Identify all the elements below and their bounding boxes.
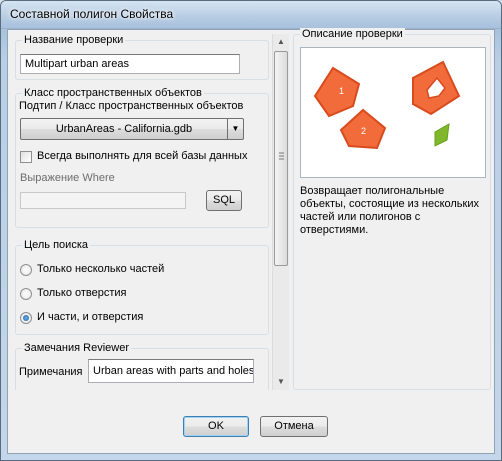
polygon-1-label: 1 — [339, 86, 344, 96]
dialog-client: Название проверки Multipart urban areas … — [7, 28, 495, 454]
grip-icon: ═ ═ ═ — [279, 150, 284, 163]
radio-holes-only-label: Только отверстия — [37, 287, 127, 299]
where-input[interactable] — [20, 192, 186, 209]
window-title: Составной полигон Свойства — [10, 7, 174, 21]
properties-scroll-panel: Название проверки Multipart urban areas … — [12, 34, 289, 390]
radio-parts-and-holes[interactable] — [20, 312, 32, 324]
where-label: Выражение Where — [20, 172, 115, 184]
polygon-illustration: 1 2 — [313, 60, 461, 150]
description-text: Возвращает полигональные объекты, состоя… — [300, 185, 479, 236]
check-name-legend: Название проверки — [22, 34, 126, 46]
search-goal-group: Цель поиска Только несколько частей Толь… — [15, 239, 269, 335]
notes-label: Примечания — [19, 366, 83, 378]
feature-class-group: Класс пространственных объектов Подтип /… — [15, 87, 269, 228]
properties-scrollbar[interactable]: ▲ ═ ═ ═ ▼ — [272, 34, 289, 390]
ok-button[interactable]: OK — [183, 416, 249, 437]
feature-class-legend: Класс пространственных объектов — [22, 87, 204, 99]
green-polygon — [434, 123, 450, 147]
chevron-down-icon[interactable]: ▼ — [227, 119, 243, 139]
polygon-2-label: 2 — [361, 126, 366, 136]
polygon-1 — [313, 66, 361, 118]
always-run-label: Всегда выполнять для всей базы данных — [37, 150, 248, 162]
radio-parts-only-label: Только несколько частей — [37, 263, 165, 275]
reviewer-remarks-legend: Замечания Reviewer — [22, 342, 132, 354]
properties-dialog: Составной полигон Свойства Название пров… — [0, 0, 502, 461]
radio-holes-only[interactable] — [20, 288, 32, 300]
subtype-label: Подтип / Класс пространственных объектов — [19, 100, 244, 112]
radio-parts-and-holes-label: И части, и отверстия — [37, 311, 144, 323]
radio-parts-only[interactable] — [20, 264, 32, 276]
sql-button[interactable]: SQL — [206, 190, 242, 211]
description-image: 1 2 — [300, 47, 486, 178]
reviewer-remarks-group: Замечания Reviewer Примечания Urban area… — [15, 342, 269, 390]
feature-class-select-value: UrbanAreas - California.gdb — [55, 123, 193, 135]
cancel-button[interactable]: Отмена — [260, 416, 328, 437]
check-name-input[interactable]: Multipart urban areas — [20, 54, 240, 74]
scrollbar-thumb[interactable]: ═ ═ ═ — [274, 51, 288, 266]
description-legend: Описание проверки — [300, 28, 405, 40]
check-name-group: Название проверки Multipart urban areas — [15, 34, 269, 80]
feature-class-select[interactable]: UrbanAreas - California.gdb ▼ — [20, 118, 244, 140]
scroll-up-icon[interactable]: ▲ — [273, 34, 289, 50]
description-group: Описание проверки 1 2 Возвращает полигон… — [293, 28, 491, 390]
title-bar: Составной полигон Свойства — [1, 1, 501, 29]
search-goal-legend: Цель поиска — [22, 239, 90, 251]
notes-input[interactable]: Urban areas with parts and holes — [88, 359, 254, 383]
scroll-down-icon[interactable]: ▼ — [273, 374, 289, 390]
always-run-checkbox[interactable] — [20, 151, 32, 163]
